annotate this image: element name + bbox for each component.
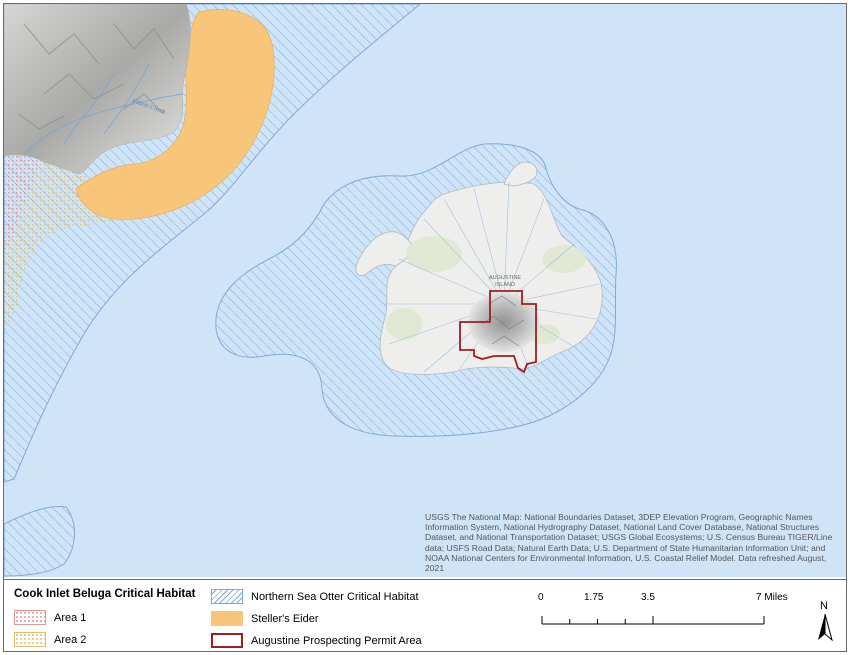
legend-item-permit: Augustine Prospecting Permit Area xyxy=(211,633,422,648)
legend-title: Cook Inlet Beluga Critical Habitat xyxy=(14,588,196,600)
legend-panel: Cook Inlet Beluga Critical Habitat Area … xyxy=(4,579,846,651)
legend-label-area1: Area 1 xyxy=(54,611,87,624)
map-frame: Iniskin Creek AUGUSTINE ISLAND USGS The … xyxy=(3,3,847,652)
island-label-line2: ISLAND xyxy=(495,282,515,288)
legend-label-area2: Area 2 xyxy=(54,633,87,646)
otter-swatch xyxy=(211,589,243,604)
north-label: N xyxy=(820,600,828,612)
scale-bar: 0 1.75 3.5 7 Miles xyxy=(534,592,794,642)
north-arrow-icon xyxy=(818,614,833,642)
north-arrow: N xyxy=(816,600,834,642)
legend-label-eider: Steller's Eider xyxy=(251,612,319,625)
permit-swatch xyxy=(211,633,243,648)
legend-item-otter: Northern Sea Otter Critical Habitat xyxy=(211,589,419,604)
area2-swatch xyxy=(14,632,46,647)
legend-label-permit: Augustine Prospecting Permit Area xyxy=(251,634,422,647)
island-label-line1: AUGUSTINE xyxy=(489,275,521,281)
legend-item-area2: Area 2 xyxy=(14,632,86,647)
legend-item-eider: Steller's Eider xyxy=(211,611,319,626)
map-area[interactable]: Iniskin Creek AUGUSTINE ISLAND USGS The … xyxy=(4,4,846,577)
area1-swatch xyxy=(14,610,46,625)
scale-tick-label-2: 3.5 xyxy=(641,592,655,603)
scale-tick-label-0: 0 xyxy=(538,592,544,603)
scale-tick-label-1: 1.75 xyxy=(584,592,604,603)
map-canvas: Iniskin Creek AUGUSTINE ISLAND xyxy=(4,4,846,577)
legend-item-area1: Area 1 xyxy=(14,610,86,625)
attribution-text: USGS The National Map: National Boundari… xyxy=(425,512,833,574)
eider-swatch xyxy=(211,611,243,626)
scale-tick-label-3: 7 Miles xyxy=(756,592,788,603)
legend-label-otter: Northern Sea Otter Critical Habitat xyxy=(251,590,419,603)
scale-bar-graphic xyxy=(541,616,765,625)
